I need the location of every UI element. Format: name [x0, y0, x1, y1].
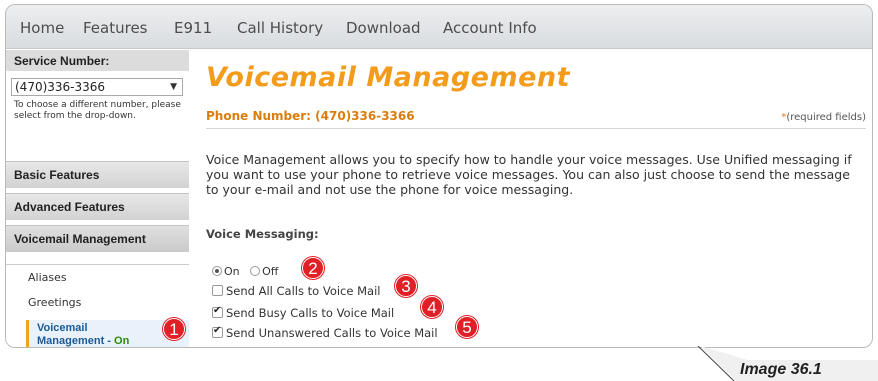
service-number-select[interactable]: (470)336-3366 ▼ — [11, 78, 183, 96]
service-number-label: Service Number: — [6, 50, 189, 72]
service-number-value: (470)336-3366 — [15, 80, 106, 94]
option-send-all-calls[interactable]: Send All Calls to Voice Mail — [212, 284, 380, 298]
service-number-hint: To choose a different number, please sel… — [14, 100, 181, 121]
callout-5: 5 — [456, 316, 478, 338]
nav-account-info[interactable]: Account Info — [443, 19, 537, 37]
nav-e911[interactable]: E911 — [174, 19, 212, 37]
send-all-calls-checkbox[interactable] — [212, 285, 223, 296]
main-content: Voicemail Management Phone Number: (470)… — [206, 50, 866, 347]
phone-number-bar: Phone Number: (470)336-3366 *(required f… — [206, 109, 866, 129]
page-title: Voicemail Management — [206, 62, 571, 93]
nav-download[interactable]: Download — [346, 19, 421, 37]
callout-2: 2 — [302, 257, 324, 279]
send-unanswered-calls-checkbox[interactable] — [212, 325, 223, 338]
current-item-state: On — [114, 335, 130, 347]
callout-1: 1 — [163, 318, 185, 340]
voice-messaging-radio-group: On Off — [212, 265, 278, 278]
sidebar-item-aliases[interactable]: Aliases — [28, 271, 67, 284]
image-caption: Image 36.1 — [740, 361, 822, 378]
send-all-calls-label: Send All Calls to Voice Mail — [226, 284, 381, 298]
nav-home[interactable]: Home — [20, 19, 64, 37]
send-busy-calls-checkbox[interactable] — [212, 305, 223, 318]
radio-on[interactable] — [212, 266, 222, 276]
callout-4: 4 — [421, 296, 443, 318]
nav-call-history[interactable]: Call History — [237, 19, 323, 37]
option-send-unanswered-calls[interactable]: Send Unanswered Calls to Voice Mail — [212, 325, 438, 340]
sidebar-item-basic-features[interactable]: Basic Features — [6, 161, 189, 188]
description-text: Voice Management allows you to specify h… — [206, 152, 852, 197]
sidebar-item-greetings[interactable]: Greetings — [28, 296, 81, 309]
radio-off[interactable] — [250, 266, 261, 276]
chevron-down-icon: ▼ — [170, 82, 177, 92]
nav-features[interactable]: Features — [83, 19, 148, 37]
top-nav: Home Features E911 Call History Download… — [6, 5, 872, 49]
radio-off-label: Off — [262, 265, 279, 278]
phone-number: Phone Number: (470)336-3366 — [206, 109, 415, 123]
sidebar-item-voicemail-management[interactable]: Voicemail Management — [6, 225, 189, 252]
required-fields-text: (required fields) — [786, 112, 866, 123]
app-window: Home Features E911 Call History Download… — [5, 4, 873, 348]
radio-on-label: On — [224, 265, 240, 278]
sidebar-item-advanced-features[interactable]: Advanced Features — [6, 193, 189, 220]
send-unanswered-calls-label: Send Unanswered Calls to Voice Mail — [226, 326, 438, 340]
required-fields-note: *(required fields) — [781, 112, 866, 123]
option-send-busy-calls[interactable]: Send Busy Calls to Voice Mail — [212, 305, 395, 320]
sidebar: Service Number: (470)336-3366 ▼ To choos… — [6, 50, 189, 347]
send-busy-calls-label: Send Busy Calls to Voice Mail — [226, 306, 395, 320]
voice-messaging-label: Voice Messaging: — [206, 227, 319, 241]
callout-3: 3 — [395, 275, 417, 297]
current-item-line2: Management - — [37, 335, 115, 347]
